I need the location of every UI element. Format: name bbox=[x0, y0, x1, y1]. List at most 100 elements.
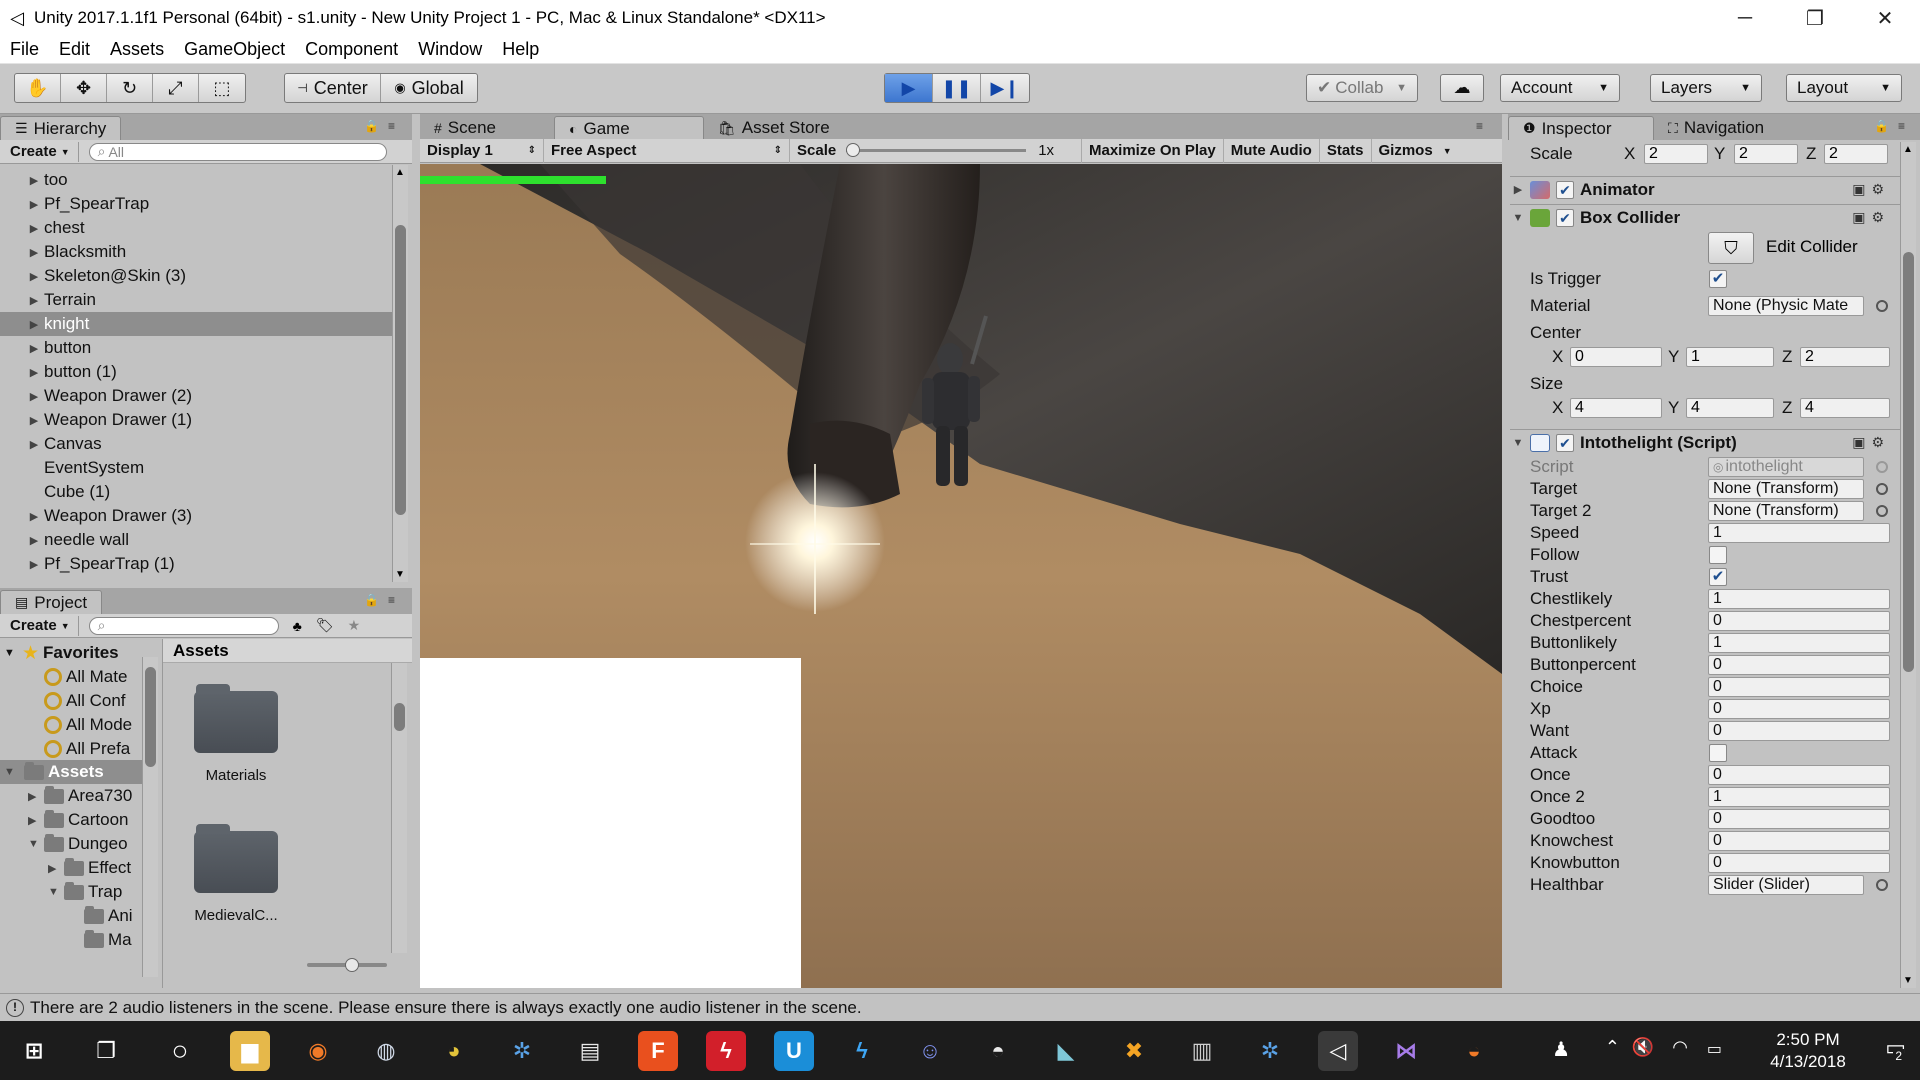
script-object-field[interactable]: Slider (Slider) bbox=[1708, 875, 1864, 895]
script-value-field[interactable]: 0 bbox=[1708, 611, 1890, 631]
object-picker-icon[interactable] bbox=[1876, 483, 1888, 495]
cloud-button[interactable]: ☁ bbox=[1440, 74, 1484, 102]
expand-arrow-icon[interactable]: ▶ bbox=[24, 222, 44, 235]
expand-arrow-icon[interactable]: ▶ bbox=[24, 270, 44, 283]
project-search-input[interactable]: ⌕ bbox=[88, 616, 279, 635]
hierarchy-item[interactable]: ▶ Skeleton@Skin (3) bbox=[0, 264, 394, 288]
hierarchy-item[interactable]: ▶ Terrain bbox=[0, 288, 394, 312]
hierarchy-item[interactable]: ▶ knight bbox=[0, 312, 394, 336]
scale-y-field[interactable]: 2 bbox=[1734, 144, 1798, 164]
expand-arrow-icon[interactable]: ▶ bbox=[24, 510, 44, 523]
center-x-field[interactable]: 0 bbox=[1570, 347, 1662, 367]
script-value-field[interactable]: 1 bbox=[1708, 633, 1890, 653]
cortana-icon[interactable]: ○ bbox=[160, 1031, 200, 1071]
tab-project[interactable]: ▤ Project bbox=[0, 590, 103, 614]
hierarchy-item[interactable]: ▶ too bbox=[0, 168, 394, 192]
menu-window[interactable]: Window bbox=[408, 39, 492, 60]
volume-muted-icon[interactable]: 🔇 bbox=[1632, 1037, 1654, 1058]
scale-z-field[interactable]: 2 bbox=[1824, 144, 1888, 164]
hand-tool-icon[interactable]: ✋ bbox=[15, 74, 61, 102]
script-field-checkbox[interactable]: ✔ bbox=[1709, 568, 1727, 586]
component-settings-icon[interactable]: ▣⚙ bbox=[1852, 209, 1890, 226]
flash-app-icon[interactable]: ϟ bbox=[706, 1031, 746, 1071]
project-create-button[interactable]: Create ▼ bbox=[2, 615, 79, 636]
lock-icon[interactable]: 🔒 bbox=[364, 119, 379, 133]
hierarchy-item[interactable]: ▶ button (1) bbox=[0, 360, 394, 384]
discord-icon[interactable]: ☺ bbox=[910, 1031, 950, 1071]
expand-arrow-icon[interactable]: ▼ bbox=[1510, 212, 1526, 224]
hierarchy-item[interactable]: ▶ chest bbox=[0, 216, 394, 240]
panel-menu-icon[interactable]: ≡ bbox=[388, 593, 395, 607]
hierarchy-item[interactable]: ▶ needle wall bbox=[0, 528, 394, 552]
expand-arrow-icon[interactable]: ▼ bbox=[1510, 437, 1526, 449]
hierarchy-item[interactable]: ▶ Canvas bbox=[0, 432, 394, 456]
component-settings-icon[interactable]: ▣⚙ bbox=[1852, 434, 1890, 451]
assets-tree-item[interactable]: ▶ Effect bbox=[48, 856, 131, 880]
expand-arrow-icon[interactable]: ▶ bbox=[24, 390, 44, 403]
hierarchy-item[interactable]: ▶ Pf_SpearTrap (1) bbox=[0, 552, 394, 576]
tab-asset-store[interactable]: 🛍 Asset Store bbox=[704, 116, 844, 140]
script-value-field[interactable]: 0 bbox=[1708, 831, 1890, 851]
gizmos-dropdown[interactable]: Gizmos ▼ bbox=[1372, 139, 1459, 163]
center-y-field[interactable]: 1 bbox=[1686, 347, 1774, 367]
project-tree-scroll-thumb[interactable] bbox=[145, 667, 156, 767]
hierarchy-scrollbar[interactable]: ▲ ▼ bbox=[392, 165, 408, 582]
close-button[interactable]: ✕ bbox=[1850, 0, 1920, 36]
blender-icon[interactable]: ◒ bbox=[1454, 1031, 1494, 1071]
script-value-field[interactable]: 0 bbox=[1708, 721, 1890, 741]
editor-app-icon[interactable]: ◣ bbox=[1046, 1031, 1086, 1071]
inspector-scrollbar[interactable]: ▲ ▼ bbox=[1900, 142, 1916, 988]
scroll-down-icon[interactable]: ▼ bbox=[1903, 975, 1913, 986]
expand-arrow-icon[interactable]: ▶ bbox=[24, 342, 44, 355]
pause-button[interactable]: ❚❚ bbox=[933, 74, 981, 102]
expand-arrow-icon[interactable]: ▼ bbox=[4, 647, 18, 659]
favorite-item[interactable]: All Prefa bbox=[44, 737, 130, 761]
filter-type-icon[interactable]: ♣ bbox=[293, 618, 302, 634]
favorite-item[interactable]: All Mate bbox=[44, 665, 127, 689]
hierarchy-item[interactable]: ▶ Weapon Drawer (3) bbox=[0, 504, 394, 528]
assets-tree-item[interactable]: Ma bbox=[68, 928, 132, 952]
script-value-field[interactable]: 1 bbox=[1708, 523, 1890, 543]
is-trigger-checkbox[interactable]: ✔ bbox=[1709, 270, 1727, 288]
hierarchy-item[interactable]: ▶ Weapon Drawer (1) bbox=[0, 408, 394, 432]
messenger-icon[interactable]: ϟ bbox=[842, 1031, 882, 1071]
expand-arrow-icon[interactable]: ▶ bbox=[24, 558, 44, 571]
collapse-arrow-icon[interactable]: ▼ bbox=[28, 838, 44, 850]
clock[interactable]: 2:50 PM 4/13/2018 bbox=[1758, 1029, 1858, 1073]
scroll-up-icon[interactable]: ▲ bbox=[395, 167, 405, 178]
animator-enabled-checkbox[interactable]: ✔ bbox=[1556, 180, 1574, 199]
expand-arrow-icon[interactable]: ▶ bbox=[28, 814, 44, 827]
mute-audio-toggle[interactable]: Mute Audio bbox=[1224, 138, 1320, 163]
project-grid-scrollbar[interactable] bbox=[391, 663, 407, 953]
assets-tree-item[interactable]: ▶ Area730 bbox=[28, 784, 132, 808]
asset-folder-medieval[interactable]: MedievalC... bbox=[171, 824, 301, 924]
hierarchy-create-button[interactable]: Create ▼ bbox=[2, 141, 79, 162]
minimize-button[interactable]: ─ bbox=[1710, 0, 1780, 36]
unity-taskbar-icon[interactable]: ◁ bbox=[1318, 1031, 1358, 1071]
script-object-field[interactable]: None (Transform) bbox=[1708, 501, 1864, 521]
box-collider-enabled-checkbox[interactable]: ✔ bbox=[1556, 208, 1574, 227]
lock-icon[interactable]: 🔒 bbox=[1874, 119, 1889, 133]
blender-app-2-icon[interactable]: ✲ bbox=[1250, 1031, 1290, 1071]
menu-edit[interactable]: Edit bbox=[49, 39, 100, 60]
windows-start-icon[interactable]: ⊞ bbox=[14, 1031, 54, 1071]
scroll-down-icon[interactable]: ▼ bbox=[395, 569, 405, 580]
size-x-field[interactable]: 4 bbox=[1570, 398, 1662, 418]
lock-icon[interactable]: 🔒 bbox=[364, 593, 379, 607]
play-button[interactable]: ▶ bbox=[885, 74, 933, 102]
people-icon[interactable]: ♟ bbox=[1552, 1037, 1570, 1062]
expand-arrow-icon[interactable]: ▶ bbox=[28, 790, 44, 803]
panel-menu-icon[interactable]: ≡ bbox=[1476, 119, 1483, 133]
tab-scene[interactable]: # Scene bbox=[420, 116, 554, 140]
assets-tree-item[interactable]: ▶ Cartoon bbox=[28, 808, 128, 832]
scale-slider[interactable] bbox=[846, 143, 1027, 157]
pivot-center-button[interactable]: ⊣ Center bbox=[285, 74, 381, 102]
script-component-header[interactable]: ▼ ✔ Intothelight (Script) ▣⚙ bbox=[1510, 429, 1900, 455]
script-value-field[interactable]: 0 bbox=[1708, 655, 1890, 675]
expand-arrow-icon[interactable]: ▶ bbox=[24, 174, 44, 187]
script-value-field[interactable]: 0 bbox=[1708, 809, 1890, 829]
script-value-field[interactable]: 0 bbox=[1708, 853, 1890, 873]
menu-help[interactable]: Help bbox=[492, 39, 549, 60]
center-z-field[interactable]: 2 bbox=[1800, 347, 1890, 367]
animator-component-header[interactable]: ▶ ✔ Animator ▣⚙ bbox=[1510, 176, 1900, 202]
